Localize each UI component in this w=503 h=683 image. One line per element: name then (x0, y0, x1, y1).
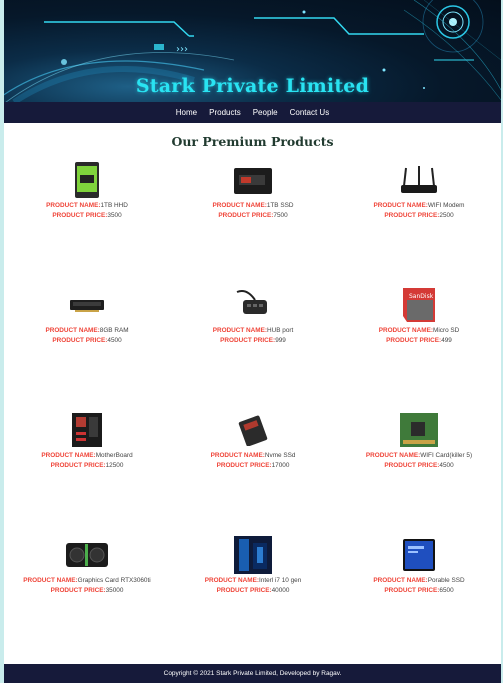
product-price: 4500 (439, 462, 454, 469)
product-price: 17000 (271, 462, 290, 469)
product-price-label: PRODUCT PRICE: (216, 462, 272, 469)
product-name-label: PRODUCT NAME: (204, 577, 260, 584)
product-name: 8GB RAM (99, 327, 129, 334)
nvme-ssd-icon (238, 415, 268, 446)
product-name: Porable SSD (427, 577, 465, 584)
product-card[interactable]: PRODUCT NAME:HUB port PRODUCT PRICE:999 (170, 284, 336, 346)
product-price-label: PRODUCT PRICE: (50, 462, 106, 469)
product-card[interactable]: PRODUCT NAME:Interl i7 10 gen PRODUCT PR… (170, 534, 336, 596)
product-name-label: PRODUCT NAME: (365, 452, 421, 459)
product-name: WIFI Card(killer 5) (420, 452, 473, 459)
product-price-label: PRODUCT PRICE: (218, 212, 274, 219)
graphics-card-icon (66, 543, 108, 567)
product-price-label: PRODUCT PRICE: (384, 462, 440, 469)
product-name-label: PRODUCT NAME: (210, 452, 265, 459)
product-price-label: PRODUCT PRICE: (220, 337, 276, 344)
product-card[interactable]: PRODUCT NAME:Porable SSD PRODUCT PRICE:6… (336, 534, 501, 596)
product-name: Graphics Card RTX3060ti (77, 577, 151, 584)
product-price: 3500 (107, 212, 122, 219)
product-name: 1TB HHD (100, 202, 128, 209)
product-price-label: PRODUCT PRICE: (384, 587, 440, 594)
product-name-label: PRODUCT NAME: (212, 202, 267, 209)
ram-stick-icon (70, 300, 104, 312)
product-name-label: PRODUCT NAME: (373, 202, 428, 209)
product-price: 6500 (439, 587, 454, 594)
product-card[interactable]: PRODUCT NAME:8GB RAM PRODUCT PRICE:4500 (4, 284, 170, 346)
product-card[interactable]: PRODUCT NAME:WIFI Card(killer 5) PRODUCT… (336, 409, 501, 471)
product-card[interactable]: PRODUCT NAME:1TB SSD PRODUCT PRICE:7500 (170, 159, 336, 221)
product-name-label: PRODUCT NAME: (41, 452, 96, 459)
product-price: 999 (275, 337, 286, 344)
product-grid: PRODUCT NAME:1TB HHD PRODUCT PRICE:3500 … (4, 0, 501, 683)
product-price-label: PRODUCT PRICE: (386, 337, 442, 344)
product-price: 2500 (439, 212, 454, 219)
wifi-card-icon (400, 413, 438, 447)
product-price-label: PRODUCT PRICE: (216, 587, 272, 594)
product-name: Interl i7 10 gen (259, 577, 302, 584)
product-price: 499 (441, 337, 452, 344)
footer: Copyright © 2021 Stark Private Limited, … (4, 664, 501, 683)
product-name-label: PRODUCT NAME: (373, 577, 428, 584)
product-card[interactable]: PRODUCT NAME:WIFI Modem PRODUCT PRICE:25… (336, 159, 501, 221)
usb-hub-icon (236, 290, 267, 314)
product-name-label: PRODUCT NAME: (378, 327, 434, 334)
product-name: MotherBoard (95, 452, 133, 459)
motherboard-icon (72, 413, 102, 447)
product-price-label: PRODUCT PRICE: (52, 337, 108, 344)
processor-icon (234, 536, 272, 574)
portable-ssd-icon (403, 539, 435, 571)
product-name: Micro SD (433, 327, 460, 334)
product-name: WIFI Modem (427, 202, 465, 209)
product-price-label: PRODUCT PRICE: (52, 212, 108, 219)
product-name-label: PRODUCT NAME: (212, 327, 268, 334)
product-name: Nvme SSd (264, 452, 296, 459)
product-card[interactable]: PRODUCT NAME:Graphics Card RTX3060ti PRO… (4, 534, 170, 596)
product-card[interactable]: PRODUCT NAME:MotherBoard PRODUCT PRICE:1… (4, 409, 170, 471)
product-price: 4500 (107, 337, 122, 344)
product-price: 40000 (271, 587, 290, 594)
page-frame: ››› Stark Private Limited Home Products … (4, 0, 501, 683)
product-name: HUB port (267, 327, 294, 334)
product-name-label: PRODUCT NAME: (46, 202, 101, 209)
product-price: 35000 (105, 587, 124, 594)
product-price-label: PRODUCT PRICE: (384, 212, 440, 219)
product-price-label: PRODUCT PRICE: (50, 587, 106, 594)
product-card[interactable]: PRODUCT NAME:Nvme SSd PRODUCT PRICE:1700… (170, 409, 336, 471)
wifi-router-icon (401, 166, 437, 193)
svg-text:SanDisk: SanDisk (409, 293, 434, 300)
product-name-label: PRODUCT NAME: (23, 577, 78, 584)
hard-drive-icon (75, 162, 99, 198)
product-card[interactable]: PRODUCT NAME:1TB HHD PRODUCT PRICE:3500 (4, 159, 170, 221)
product-card[interactable]: SanDisk PRODUCT NAME:Micro SD PRODUCT PR… (336, 284, 501, 346)
micro-sd-card-icon: SanDisk (403, 288, 435, 322)
product-name: 1TB SSD (266, 202, 294, 209)
product-price: 7500 (273, 212, 288, 219)
ssd-icon (234, 168, 272, 194)
product-name-label: PRODUCT NAME: (45, 327, 100, 334)
product-price: 12500 (105, 462, 124, 469)
